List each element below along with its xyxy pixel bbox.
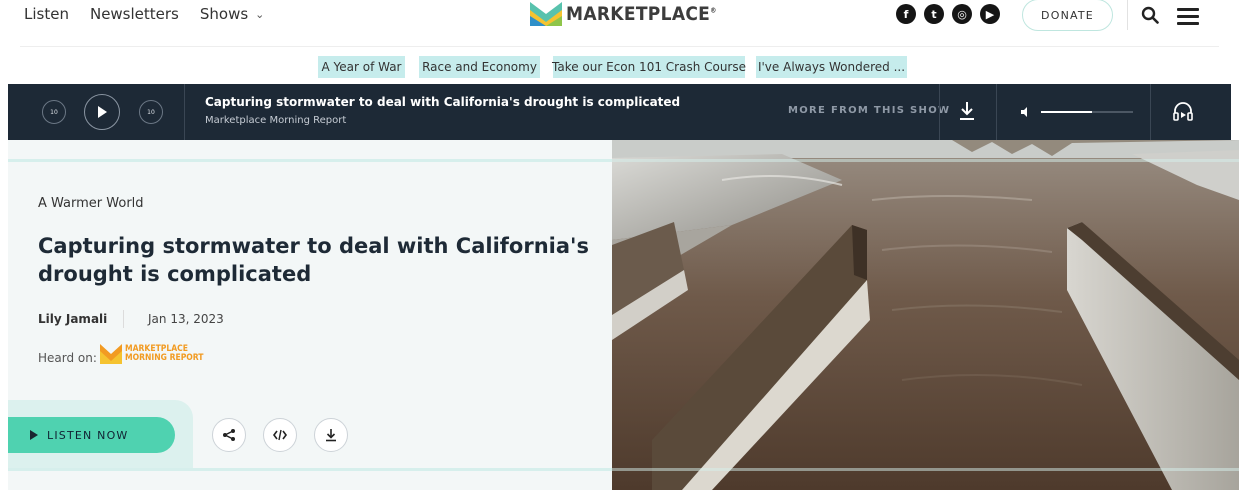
more-from-this-show-link[interactable]: MORE FROM THIS SHOW <box>788 105 950 116</box>
nav-link-newsletters[interactable]: Newsletters <box>90 5 179 23</box>
nav-links: Listen Newsletters Shows ⌄ <box>24 5 264 23</box>
share-icon <box>223 429 235 441</box>
publish-date: Jan 13, 2023 <box>148 312 224 326</box>
twitter-icon[interactable]: t <box>924 4 944 24</box>
share-button[interactable] <box>212 418 246 452</box>
flood-channel-photo <box>612 140 1239 490</box>
play-button[interactable] <box>84 94 120 130</box>
topic-tags: A Year of War Race and Economy Take our … <box>0 56 1239 78</box>
morning-report-logo-mark-icon <box>100 344 122 364</box>
morning-report-logo[interactable]: MARKETPLACE MORNING REPORT <box>100 344 204 364</box>
player-divider <box>184 84 185 140</box>
tag-race-and-economy[interactable]: Race and Economy <box>419 56 540 78</box>
show-logo-line2: MORNING REPORT <box>125 353 204 363</box>
tag-ive-always-wondered[interactable]: I've Always Wondered ... <box>756 56 907 78</box>
audio-player: 10 10 Capturing stormwater to deal with … <box>8 84 1231 140</box>
nav-link-listen[interactable]: Listen <box>24 5 69 23</box>
article-header: A Warmer World Capturing stormwater to d… <box>8 140 612 490</box>
author-name[interactable]: Lily Jamali <box>38 312 107 326</box>
hamburger-menu-icon[interactable] <box>1177 8 1199 25</box>
tag-econ-101[interactable]: Take our Econ 101 Crash Course <box>552 56 746 78</box>
top-navigation: Listen Newsletters Shows ⌄ MARKETPLACE® f… <box>0 0 1239 47</box>
rewind-10-button[interactable]: 10 <box>42 100 66 124</box>
social-links: f t ◎ ▶ <box>896 4 1000 24</box>
embed-button[interactable] <box>263 418 297 452</box>
volume-icon[interactable] <box>1020 106 1032 118</box>
marketplace-logo[interactable]: MARKETPLACE® <box>530 2 717 26</box>
facebook-icon[interactable]: f <box>896 4 916 24</box>
logo-text: MARKETPLACE® <box>566 3 717 25</box>
play-icon <box>30 430 38 440</box>
youtube-icon[interactable]: ▶ <box>980 4 1000 24</box>
player-divider <box>1150 84 1151 140</box>
player-episode-title[interactable]: Capturing stormwater to deal with Califo… <box>205 95 680 109</box>
player-divider <box>939 84 940 140</box>
chevron-down-icon: ⌄ <box>255 8 265 21</box>
player-show-name[interactable]: Marketplace Morning Report <box>205 115 346 126</box>
volume-slider[interactable] <box>1041 111 1133 113</box>
forward-10-button[interactable]: 10 <box>139 100 163 124</box>
embed-code-icon <box>273 429 287 441</box>
decorative-stripe <box>8 159 612 162</box>
headphones-icon[interactable] <box>1172 100 1194 122</box>
nav-link-shows-label: Shows <box>199 5 249 23</box>
registered-mark: ® <box>710 6 717 15</box>
logo-mark-icon <box>530 2 562 26</box>
listen-now-label: LISTEN NOW <box>47 428 129 442</box>
download-icon <box>326 429 336 442</box>
nav-divider <box>1127 0 1128 30</box>
tag-a-year-of-war[interactable]: A Year of War <box>318 56 405 78</box>
donate-button[interactable]: DONATE <box>1022 0 1113 31</box>
decorative-stripe <box>8 468 612 471</box>
play-icon <box>98 106 107 118</box>
article-headline: Capturing stormwater to deal with Califo… <box>38 234 589 286</box>
article-kicker[interactable]: A Warmer World <box>38 196 144 211</box>
download-button[interactable] <box>314 418 348 452</box>
heard-on-label: Heard on: <box>38 351 97 365</box>
search-icon[interactable] <box>1141 6 1159 24</box>
listen-now-button[interactable]: LISTEN NOW <box>8 417 175 453</box>
download-icon[interactable] <box>959 101 975 121</box>
instagram-icon[interactable]: ◎ <box>952 4 972 24</box>
nav-rule <box>20 46 1219 47</box>
morning-report-logo-text: MARKETPLACE MORNING REPORT <box>125 345 204 363</box>
volume-slider-fill <box>1041 111 1092 113</box>
logo-wordmark: MARKETPLACE <box>566 3 711 25</box>
player-divider <box>996 84 997 140</box>
byline-divider <box>123 310 124 328</box>
nav-link-shows[interactable]: Shows ⌄ <box>200 5 265 23</box>
article-hero-image <box>612 140 1239 490</box>
